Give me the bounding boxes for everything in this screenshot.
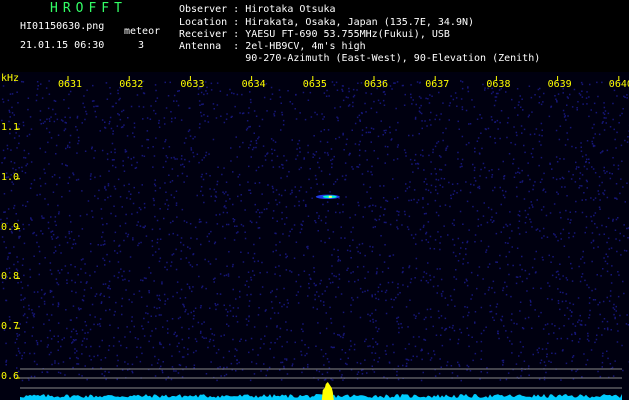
antenna-detail-line: 90-270-Azimuth (East-West), 90-Elevation… xyxy=(179,53,541,64)
time-tick-label: 0637 xyxy=(425,79,450,90)
time-tick-label: 0634 xyxy=(241,79,266,90)
freq-tick-label: 0.7 xyxy=(1,321,20,333)
time-tick-label: 0638 xyxy=(486,79,511,90)
receiver-line: Receiver : YAESU FT-690 53.755MHz(Fukui)… xyxy=(179,29,450,40)
freq-tick-label: 1.0 xyxy=(1,171,20,183)
time-tick-label: 0631 xyxy=(58,79,83,90)
meteor-label: meteor xyxy=(124,26,161,37)
freq-tick-label: 0.6 xyxy=(1,371,20,382)
time-tick-label: 0640 xyxy=(608,79,629,90)
datetime: 21.01.15 06:30 xyxy=(20,40,105,51)
observer-line: Observer : Hirotaka Otsuka xyxy=(179,4,336,15)
location-line: Location : Hirakata, Osaka, Japan (135.7… xyxy=(179,17,475,28)
freq-tick-label: 1.1 xyxy=(1,122,20,133)
image-filename: HI01150630.png xyxy=(20,21,105,32)
time-tick-label: 0636 xyxy=(364,79,389,90)
spectrogram-canvas xyxy=(0,72,629,400)
meteor-count: 3 xyxy=(138,40,145,51)
time-tick-label: 0635 xyxy=(302,79,327,90)
app-title: HROFFT xyxy=(50,1,127,16)
time-tick-label: 0632 xyxy=(119,79,144,90)
freq-tick-label: 0.8 xyxy=(1,271,20,283)
time-tick-label: 0639 xyxy=(547,79,572,90)
meteor-echo-core xyxy=(328,195,332,198)
antenna-line: Antenna : 2el-HB9CV, 4m's high xyxy=(179,41,366,52)
info-header: HROFFT HI01150630.png meteor 21.01.15 06… xyxy=(0,0,629,72)
spectrogram-background xyxy=(0,72,629,400)
khz-unit-label: kHz xyxy=(1,73,20,84)
time-tick-label: 0633 xyxy=(180,79,205,90)
freq-tick-label: 0.9 xyxy=(1,221,20,233)
